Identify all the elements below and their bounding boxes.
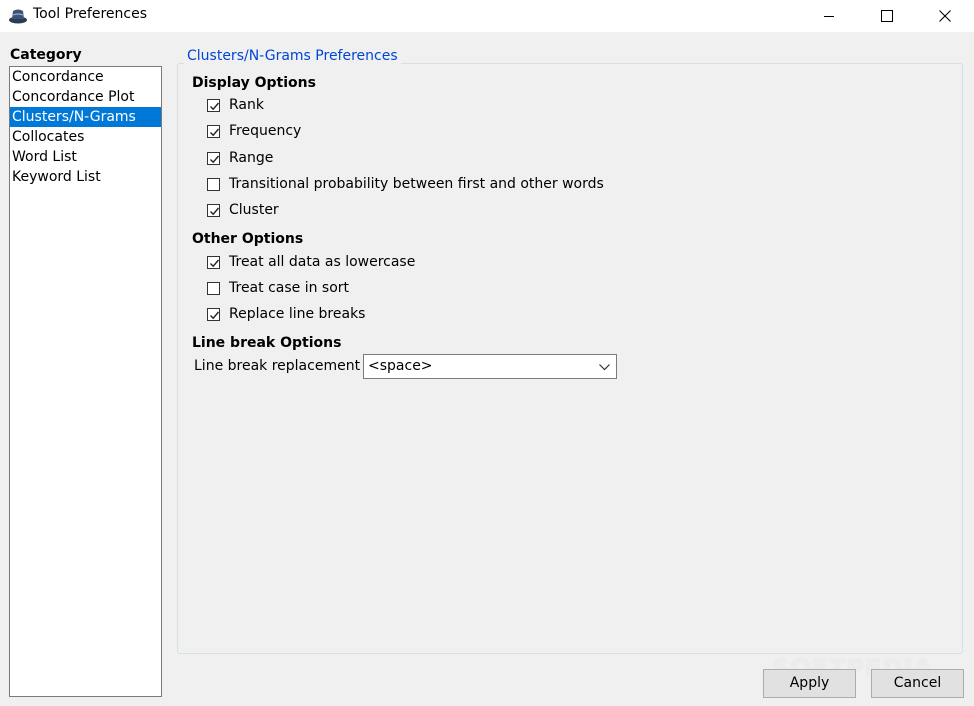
- display-options-header: Display Options: [192, 75, 316, 91]
- checkmark-icon: [210, 102, 220, 111]
- maximize-icon: [881, 10, 893, 22]
- category-item-concordance-plot[interactable]: Concordance Plot: [10, 87, 161, 107]
- checkbox-label: Frequency: [229, 123, 302, 139]
- dropdown-selected-value: <space>: [368, 358, 433, 374]
- preferences-group-title: Clusters/N-Grams Preferences: [184, 48, 401, 64]
- category-item-clusters-ngrams[interactable]: Clusters/N-Grams: [10, 107, 161, 127]
- checkbox-label: Rank: [229, 97, 264, 113]
- checkbox-label: Treat case in sort: [229, 280, 350, 296]
- app-hat-icon: [8, 7, 28, 25]
- category-list[interactable]: Concordance Concordance Plot Clusters/N-…: [9, 66, 162, 697]
- category-label: Category: [10, 47, 82, 63]
- checkbox-label: Treat all data as lowercase: [229, 254, 416, 270]
- checkbox-label: Cluster: [229, 202, 279, 218]
- other-options-header: Other Options: [192, 231, 304, 247]
- line-break-options-header: Line break Options: [192, 335, 342, 351]
- checkmark-icon: [210, 207, 220, 216]
- category-item-concordance[interactable]: Concordance: [10, 67, 161, 87]
- minimize-button[interactable]: [800, 0, 858, 32]
- chevron-down-icon: [599, 364, 610, 371]
- line-break-replacement-label: Line break replacement: [194, 358, 361, 374]
- checkbox-box[interactable]: [207, 152, 220, 165]
- line-break-replacement-dropdown[interactable]: <space>: [363, 354, 617, 379]
- checkbox-label: Transitional probability between first a…: [229, 176, 604, 192]
- category-item-keyword-list[interactable]: Keyword List: [10, 167, 161, 187]
- checkbox-label: Range: [229, 150, 274, 166]
- title-bar: Tool Preferences: [0, 0, 974, 32]
- apply-button[interactable]: Apply: [763, 669, 856, 698]
- checkbox-box[interactable]: [207, 282, 220, 295]
- checkmark-icon: [210, 155, 220, 164]
- close-icon: [939, 10, 951, 22]
- checkbox-box[interactable]: [207, 99, 220, 112]
- close-button[interactable]: [916, 0, 974, 32]
- maximize-button[interactable]: [858, 0, 916, 32]
- checkmark-icon: [210, 311, 220, 320]
- checkbox-box[interactable]: [207, 256, 220, 269]
- category-item-word-list[interactable]: Word List: [10, 147, 161, 167]
- checkbox-box[interactable]: [207, 178, 220, 191]
- minimize-icon: [824, 16, 834, 17]
- checkmark-icon: [210, 259, 220, 268]
- cancel-button[interactable]: Cancel: [871, 669, 964, 698]
- checkmark-icon: [210, 128, 220, 137]
- window-title: Tool Preferences: [33, 6, 147, 22]
- category-item-collocates[interactable]: Collocates: [10, 127, 161, 147]
- checkbox-label: Replace line breaks: [229, 306, 366, 322]
- checkbox-box[interactable]: [207, 308, 220, 321]
- checkbox-box[interactable]: [207, 125, 220, 138]
- checkbox-box[interactable]: [207, 204, 220, 217]
